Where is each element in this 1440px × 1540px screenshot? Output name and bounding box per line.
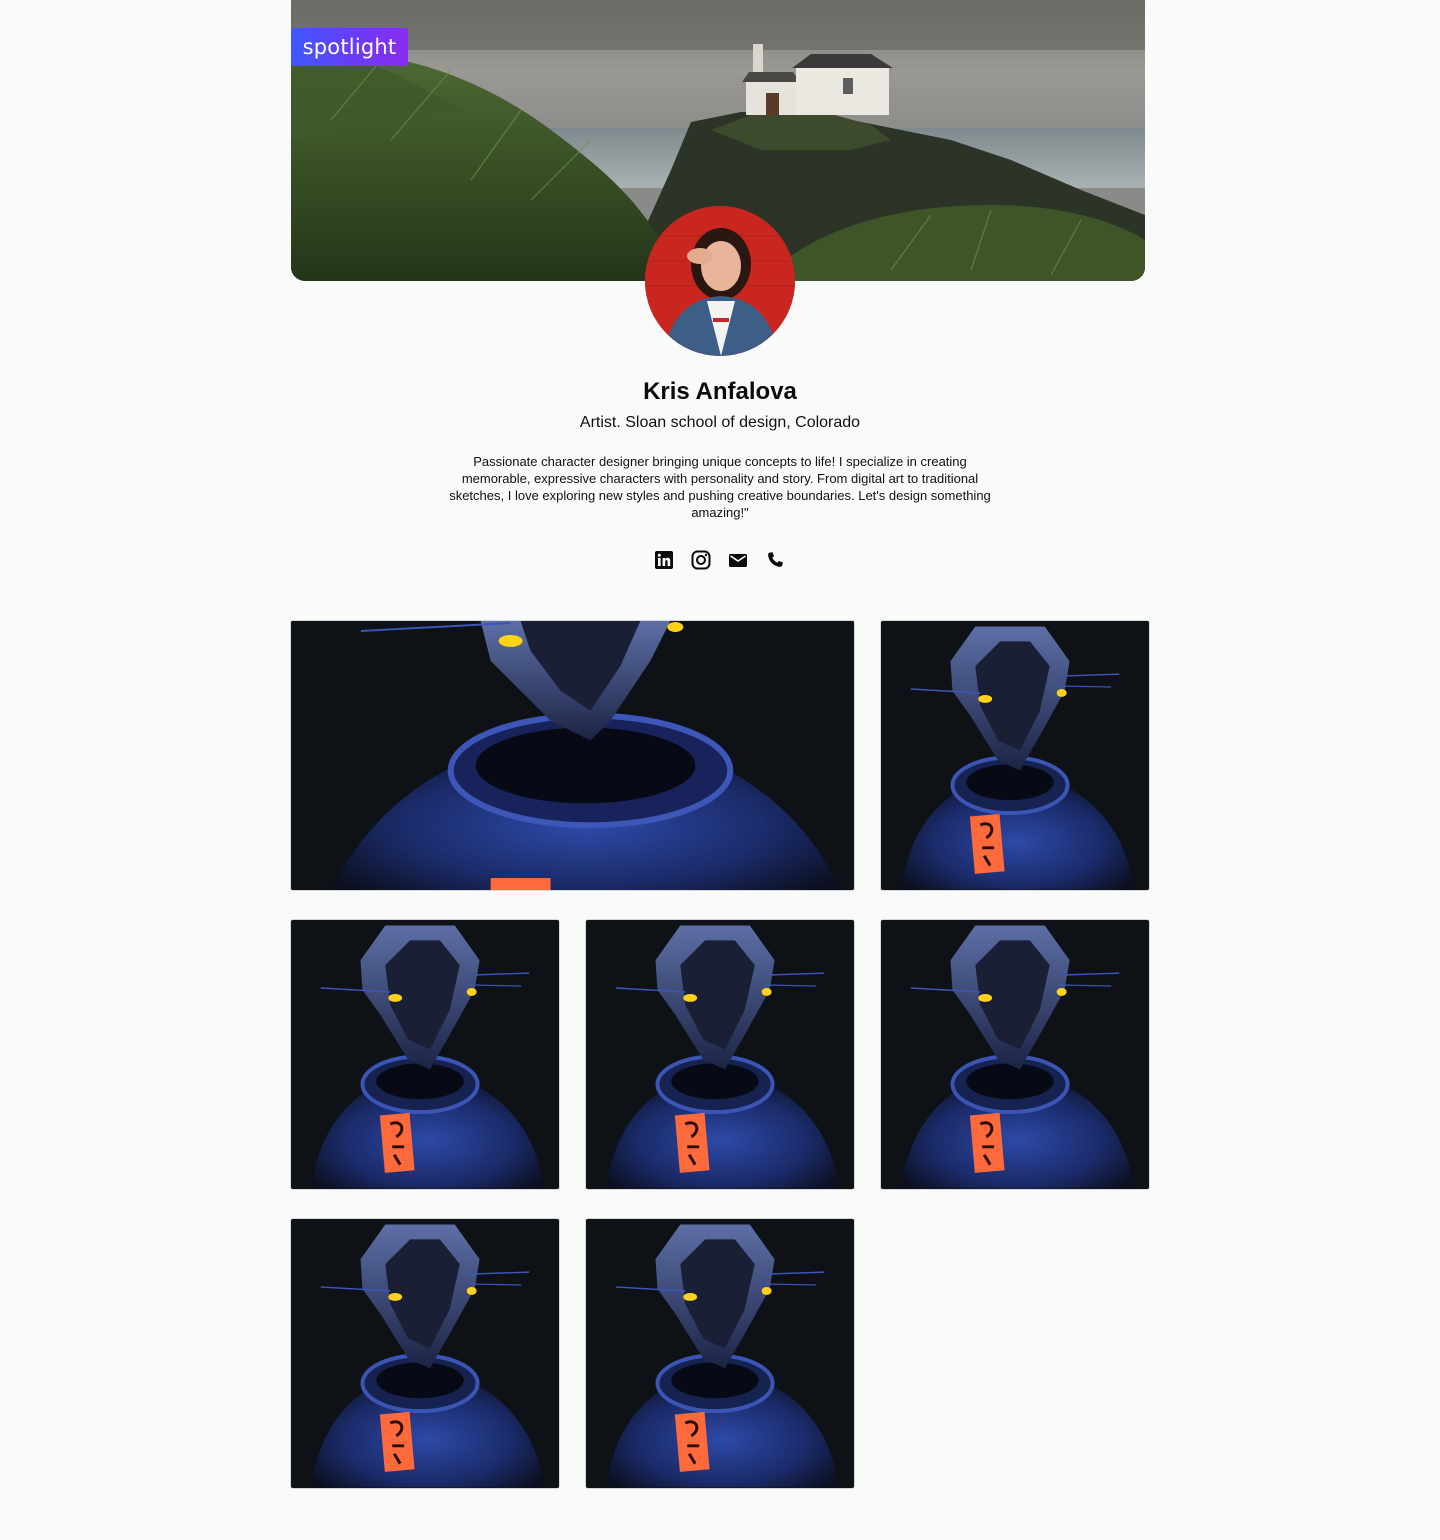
gallery-image[interactable] <box>290 919 560 1190</box>
profile-bio: Passionate character designer bringing u… <box>449 454 991 520</box>
logo-text: spotlight <box>302 35 397 59</box>
avatar <box>645 206 795 356</box>
email-icon[interactable] <box>728 550 748 570</box>
gallery-image[interactable] <box>880 919 1150 1190</box>
spotlight-logo[interactable]: spotlight <box>291 28 408 66</box>
profile-name: Kris Anfalova <box>643 378 797 405</box>
gallery-image[interactable] <box>880 620 1150 891</box>
linkedin-icon[interactable] <box>654 550 674 570</box>
instagram-icon[interactable] <box>691 550 711 570</box>
gallery-image[interactable] <box>290 620 855 891</box>
profile-subtitle: Artist. Sloan school of design, Colorado <box>579 414 861 431</box>
social-links <box>654 550 785 570</box>
gallery-image[interactable] <box>290 1218 560 1489</box>
gallery-image[interactable] <box>585 919 855 1190</box>
gallery-image[interactable] <box>585 1218 855 1489</box>
phone-icon[interactable] <box>765 550 785 570</box>
